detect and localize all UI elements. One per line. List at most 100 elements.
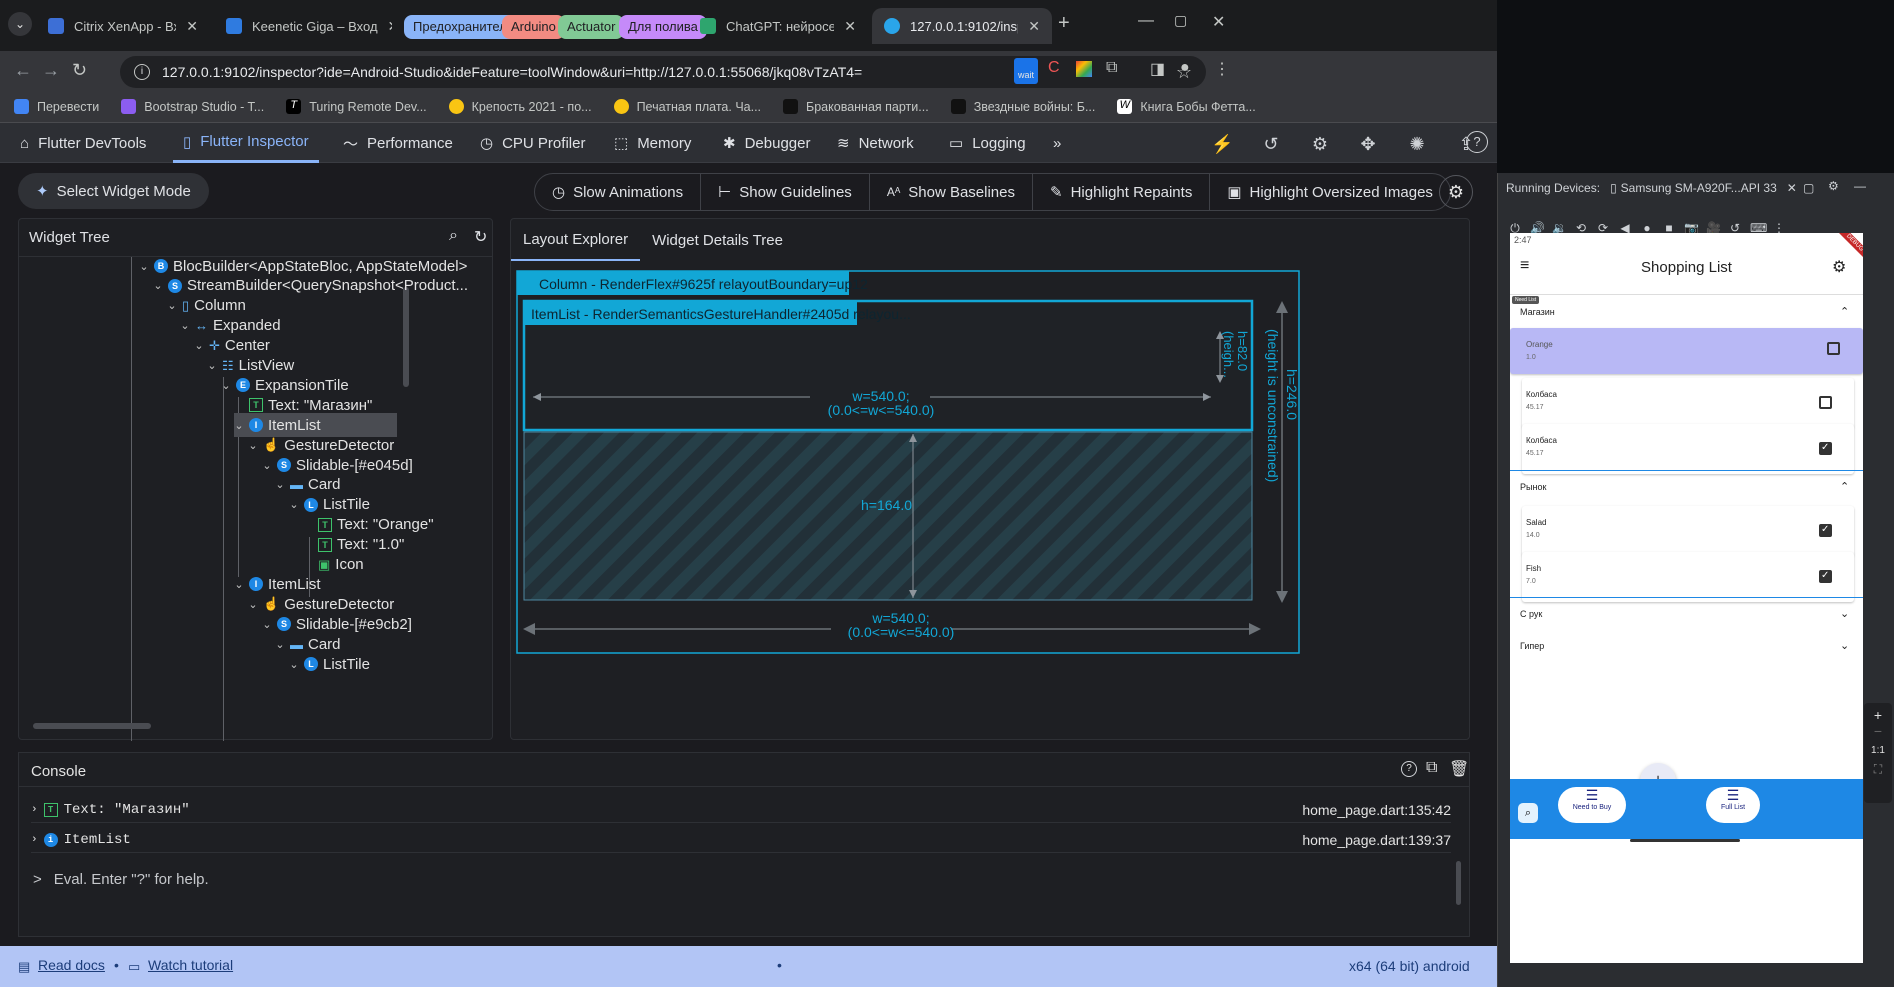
search-icon[interactable]: ⌕: [1518, 803, 1538, 823]
minimize-icon[interactable]: —: [1854, 179, 1866, 193]
extension-c-icon[interactable]: C: [1048, 59, 1060, 77]
tab-group-arduino[interactable]: Arduino: [502, 15, 565, 39]
expand-chevron-icon[interactable]: ⌄: [234, 419, 244, 432]
tab-debugger[interactable]: ✱ Debugger: [713, 123, 820, 163]
wait-extension-icon[interactable]: wait: [1014, 58, 1038, 84]
expand-chevron-icon[interactable]: ⌄: [234, 578, 244, 591]
window-icon[interactable]: ▢: [1803, 181, 1814, 195]
close-icon[interactable]: ✕: [388, 18, 392, 35]
more-tabs-icon[interactable]: »: [1043, 123, 1071, 163]
reload-icon[interactable]: ↻: [72, 60, 87, 81]
show-baselines-button[interactable]: Aᴬ Show Baselines: [870, 174, 1033, 210]
expand-chevron-icon[interactable]: ⌄: [289, 658, 299, 671]
gear-icon[interactable]: ⚙: [1828, 179, 1839, 193]
extension-color-icon[interactable]: [1076, 61, 1092, 77]
fit-icon[interactable]: ⛶: [1864, 762, 1892, 777]
new-tab-icon[interactable]: +: [1058, 12, 1070, 35]
bookmark-pcb[interactable]: Печатная плата. Ча...: [613, 99, 761, 114]
refresh-icon[interactable]: ↻: [474, 227, 487, 247]
checkbox[interactable]: [1819, 396, 1832, 409]
menu-icon[interactable]: ⋮: [1214, 59, 1230, 79]
back-icon[interactable]: ←: [14, 60, 32, 81]
section-header[interactable]: С рук ⌄: [1510, 598, 1863, 630]
expand-chevron-icon[interactable]: ⌄: [289, 498, 299, 511]
shopping-item[interactable]: Колбаса 45.17: [1522, 378, 1854, 428]
shopping-item[interactable]: Колбаса 45.17: [1522, 424, 1854, 474]
tab-layout-explorer[interactable]: Layout Explorer: [511, 219, 641, 261]
tab-logging[interactable]: ▭ Logging: [939, 123, 1036, 163]
side-panel-icon[interactable]: ◨: [1150, 59, 1165, 79]
expand-chevron-icon[interactable]: ⌄: [275, 478, 285, 491]
delete-icon[interactable]: 🗑: [1449, 759, 1469, 779]
expand-chevron-icon[interactable]: ⌄: [248, 598, 258, 611]
close-icon[interactable]: ✕: [844, 18, 856, 35]
need-to-buy-button[interactable]: ☰ Need to Buy: [1558, 787, 1626, 823]
chevron-down-icon[interactable]: ⌄: [1840, 607, 1849, 620]
copy-icon[interactable]: ⧉: [1426, 759, 1437, 777]
watch-tutorial-link[interactable]: Watch tutorial: [148, 957, 233, 973]
tab-memory[interactable]: ⬚ Memory: [604, 123, 701, 163]
section-header[interactable]: Гипер ⌄: [1510, 630, 1863, 662]
select-widget-mode-button[interactable]: ✦ Select Widget Mode: [18, 173, 209, 209]
tab-flutter-devtools[interactable]: ⌂ Flutter DevTools: [10, 123, 156, 163]
tab-widget-details-tree[interactable]: Widget Details Tree: [640, 219, 795, 261]
inspector-settings-button[interactable]: ⚙: [1439, 175, 1473, 209]
zoom-out-icon[interactable]: −: [1864, 723, 1892, 739]
zoom-reset[interactable]: 1:1: [1864, 745, 1892, 756]
tab-inspector[interactable]: 127.0.0.1:9102/inspector?id ✕: [872, 8, 1052, 44]
chevron-down-icon[interactable]: ⌄: [1840, 639, 1849, 652]
minimize-icon[interactable]: —: [1138, 12, 1154, 30]
section-header[interactable]: Рынок ⌃: [1510, 470, 1863, 502]
checkbox[interactable]: [1819, 524, 1832, 537]
chevron-right-icon[interactable]: ›: [31, 804, 38, 816]
expand-chevron-icon[interactable]: ⌄: [275, 638, 285, 651]
section-header[interactable]: Магазин ⌃: [1510, 296, 1863, 328]
search-icon[interactable]: ⌕: [449, 227, 458, 245]
highlight-repaints-button[interactable]: ✎ Highlight Repaints: [1033, 174, 1211, 210]
close-icon[interactable]: ✕: [1787, 181, 1797, 195]
help-icon[interactable]: ?: [1466, 131, 1488, 153]
bookmark-defective[interactable]: Бракованная парти...: [783, 99, 929, 114]
console-entry[interactable]: › i ItemList home_page.dart:139:37: [31, 827, 1451, 853]
tab-keenetic[interactable]: Keenetic Giga – Вход ✕: [214, 8, 392, 44]
extensions-icon[interactable]: ✥: [1357, 133, 1379, 155]
read-docs-link[interactable]: Read docs: [38, 957, 105, 973]
bookmark-starwars[interactable]: Звездные войны: Б...: [950, 99, 1095, 114]
settings-icon[interactable]: ⚙: [1832, 257, 1846, 277]
tree-horizontal-scrollbar[interactable]: [33, 723, 151, 729]
debug-settings-icon[interactable]: ✺: [1406, 133, 1428, 155]
bookmark-fortress[interactable]: Крепость 2021 - по...: [448, 99, 592, 114]
profile-icon[interactable]: ●: [1180, 59, 1190, 77]
tree-node[interactable]: ⌄ L ListTile: [289, 652, 370, 676]
chevron-up-icon[interactable]: ⌃: [1840, 305, 1849, 318]
expand-chevron-icon[interactable]: ⌄: [180, 319, 190, 332]
expand-chevron-icon[interactable]: ⌄: [153, 279, 163, 292]
console-scrollbar[interactable]: [1456, 861, 1461, 905]
chevron-right-icon[interactable]: ›: [31, 834, 38, 846]
site-info-icon[interactable]: i: [134, 64, 150, 80]
expand-chevron-icon[interactable]: ⌄: [207, 359, 217, 372]
hot-restart-icon[interactable]: ↺: [1260, 133, 1282, 155]
bookmark-turing[interactable]: T Turing Remote Dev...: [286, 99, 427, 114]
settings-icon[interactable]: ⚙: [1309, 133, 1331, 155]
tab-flutter-inspector[interactable]: ▯ Flutter Inspector: [173, 123, 319, 163]
tab-cpu-profiler[interactable]: ◷ CPU Profiler: [470, 123, 595, 163]
expand-chevron-icon[interactable]: ⌄: [167, 299, 177, 312]
hot-reload-icon[interactable]: ⚡: [1211, 133, 1233, 155]
extensions-icon[interactable]: ⧉: [1106, 59, 1117, 77]
shopping-item[interactable]: Orange 1.0: [1510, 328, 1863, 374]
console-entry[interactable]: › T Text: "Магазин" home_page.dart:135:4…: [31, 797, 1451, 823]
shopping-item[interactable]: Salad 14.0: [1522, 506, 1854, 556]
close-icon[interactable]: ✕: [186, 18, 198, 35]
show-guidelines-button[interactable]: ⊢ Show Guidelines: [701, 174, 870, 210]
close-icon[interactable]: ✕: [1028, 18, 1040, 35]
expand-chevron-icon[interactable]: ⌄: [194, 339, 204, 352]
chevron-up-icon[interactable]: ⌃: [1840, 480, 1849, 493]
device-tab[interactable]: ▯ Samsung SM-A920F...API 33: [1610, 181, 1777, 195]
checkbox[interactable]: [1827, 342, 1840, 355]
url-input[interactable]: i 127.0.0.1:9102/inspector?ide=Android-S…: [120, 56, 1206, 88]
tab-chatgpt[interactable]: ChatGPT: нейросеть на рус ✕: [688, 8, 868, 44]
checkbox[interactable]: [1819, 570, 1832, 583]
tree-vertical-scrollbar[interactable]: [403, 287, 409, 387]
forward-icon[interactable]: →: [42, 60, 60, 81]
